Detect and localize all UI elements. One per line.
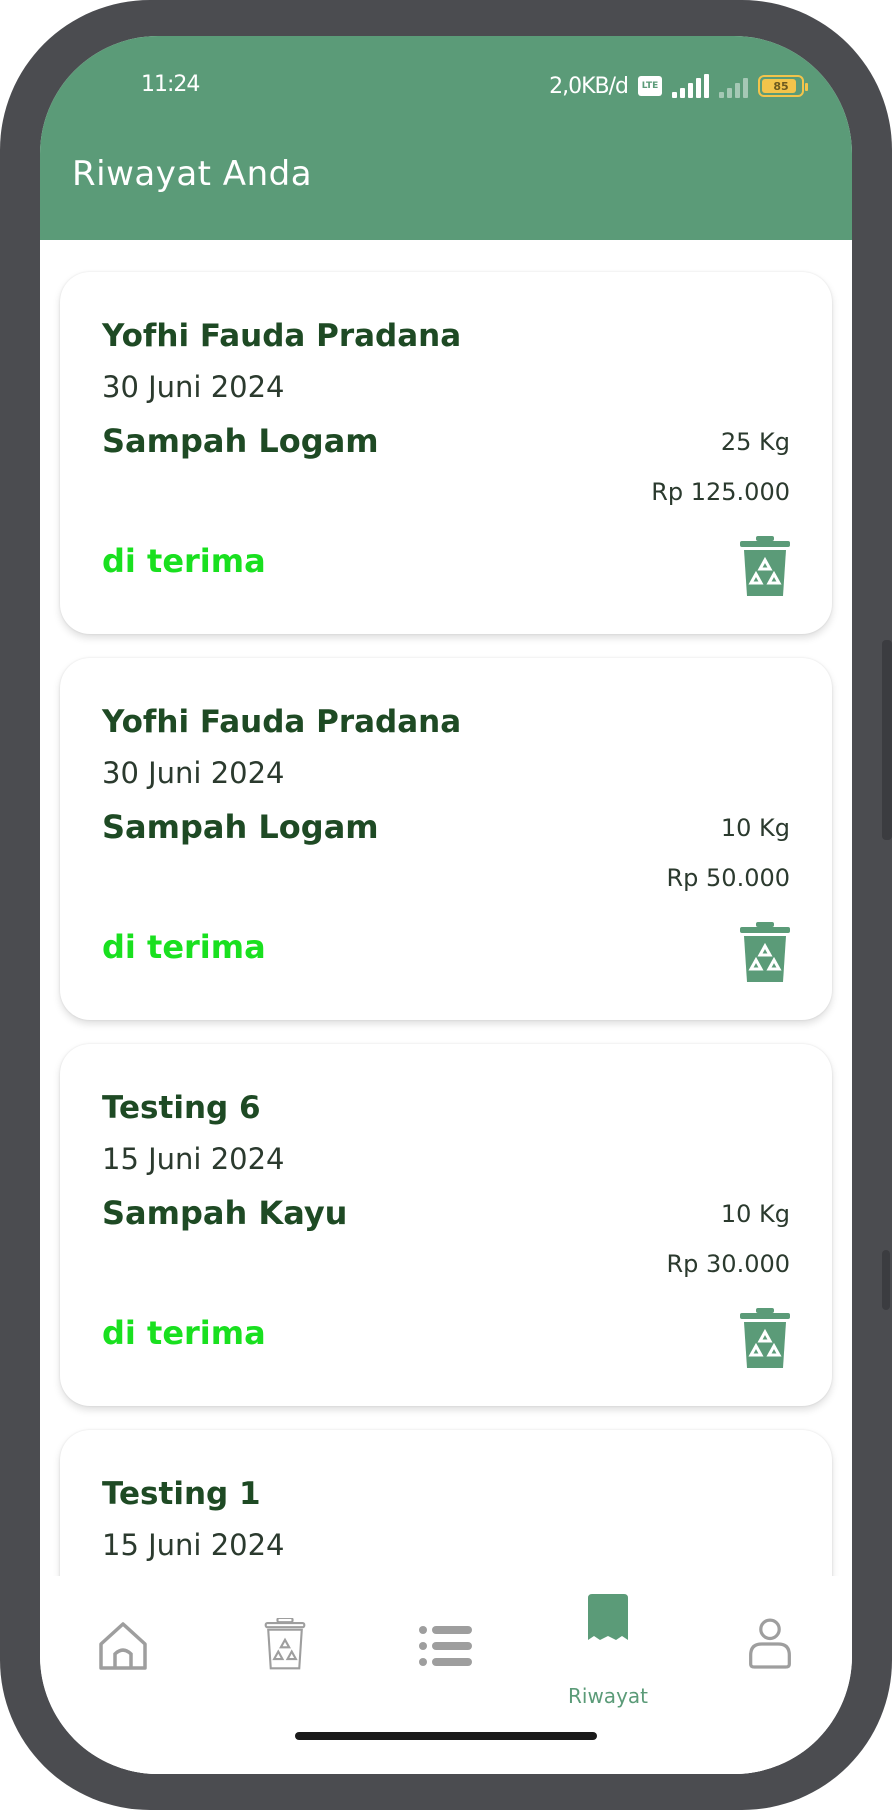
side-button xyxy=(882,640,892,840)
nav-label-riwayat: Riwayat xyxy=(568,1684,648,1708)
waste-price: Rp 50.000 xyxy=(666,864,790,892)
nav-item-profile[interactable] xyxy=(720,1576,820,1726)
page-title: Riwayat Anda xyxy=(72,154,313,194)
customer-name: Yofhi Fauda Pradana xyxy=(102,704,462,740)
battery-level: 85 xyxy=(773,79,789,93)
waste-price: Rp 30.000 xyxy=(666,1250,790,1278)
waste-weight: 25 Kg xyxy=(720,428,790,456)
status-label: di terima xyxy=(102,1314,266,1352)
status-icons: 2,0KB/d LTE 85 xyxy=(549,70,808,102)
waste-type: Sampah Logam xyxy=(102,422,379,460)
customer-name: Testing 6 xyxy=(102,1090,261,1126)
transaction-date: 15 Juni 2024 xyxy=(102,1528,285,1562)
history-card[interactable]: Yofhi Fauda Pradana 30 Juni 2024 Sampah … xyxy=(60,658,832,1020)
nav-item-home[interactable] xyxy=(73,1576,173,1726)
transaction-date: 30 Juni 2024 xyxy=(102,756,285,790)
customer-name: Testing 1 xyxy=(102,1476,261,1512)
list-icon xyxy=(419,1626,472,1666)
signal-empty-icon xyxy=(719,74,748,98)
waste-type: Sampah Logam xyxy=(102,808,379,846)
waste-weight: 10 Kg xyxy=(720,1200,790,1228)
profile-icon xyxy=(749,1618,791,1669)
status-time: 11:24 xyxy=(141,72,200,97)
recycle-bin-icon xyxy=(740,536,790,596)
waste-type: Sampah Kayu xyxy=(102,1194,348,1232)
home-icon xyxy=(99,1622,147,1670)
battery-icon: 85 xyxy=(758,75,808,97)
volte-icon: LTE xyxy=(638,76,662,96)
history-card[interactable]: Yofhi Fauda Pradana 30 Juni 2024 Sampah … xyxy=(60,272,832,634)
status-label: di terima xyxy=(102,542,266,580)
nav-item-riwayat[interactable]: Riwayat xyxy=(558,1576,658,1726)
side-button xyxy=(882,1250,890,1310)
history-card[interactable]: Testing 6 15 Juni 2024 Sampah Kayu 10 Kg… xyxy=(60,1044,832,1406)
home-indicator[interactable] xyxy=(295,1732,597,1740)
recycle-bin-icon xyxy=(740,1308,790,1368)
status-label: di terima xyxy=(102,928,266,966)
waste-price: Rp 125.000 xyxy=(651,478,790,506)
signal-icon xyxy=(672,74,709,98)
nav-item-recycle[interactable] xyxy=(235,1576,335,1726)
transaction-date: 15 Juni 2024 xyxy=(102,1142,285,1176)
waste-weight: 10 Kg xyxy=(720,814,790,842)
recycle-bin-icon xyxy=(740,922,790,982)
network-speed: 2,0KB/d xyxy=(549,73,629,99)
history-receipt-icon xyxy=(588,1594,628,1640)
screen: 11:24 2,0KB/d LTE 85 Riwayat Anda Yofhi … xyxy=(40,36,852,1774)
recycle-bin-icon xyxy=(264,1618,306,1670)
transaction-date: 30 Juni 2024 xyxy=(102,370,285,404)
customer-name: Yofhi Fauda Pradana xyxy=(102,318,462,354)
app-header: 11:24 2,0KB/d LTE 85 Riwayat Anda xyxy=(40,36,852,240)
bottom-navigation: Riwayat xyxy=(40,1576,852,1774)
nav-item-list[interactable] xyxy=(396,1576,496,1726)
